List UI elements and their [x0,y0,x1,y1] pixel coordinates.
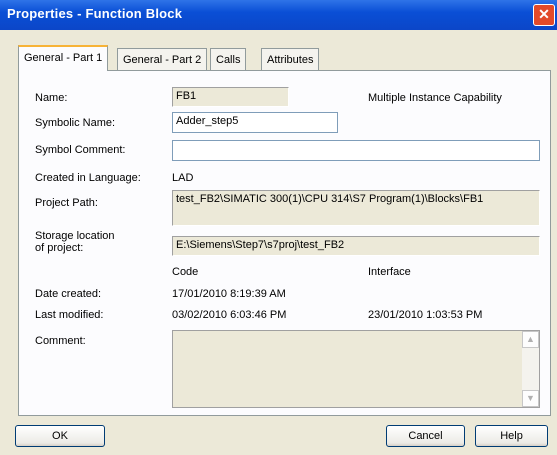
scroll-up-icon[interactable]: ▲ [522,331,539,348]
interface-column-header: Interface [368,266,411,278]
created-in-language-label: Created in Language: [35,172,141,184]
ok-button[interactable]: OK [15,425,105,447]
name-label: Name: [35,92,68,104]
window-title: Properties - Function Block [7,6,183,21]
help-button[interactable]: Help [475,425,548,447]
tab-label: Calls [216,54,241,66]
storage-location-field: E:\Siemens\Step7\s7proj\test_FB2 [172,236,540,256]
name-field: FB1 [172,87,289,107]
date-created-code-value: 17/01/2010 8:19:39 AM [172,288,286,300]
cancel-button[interactable]: Cancel [386,425,465,447]
close-icon: ✕ [538,6,550,22]
last-modified-code-value: 03/02/2010 6:03:46 PM [172,309,287,321]
created-in-language-value: LAD [172,172,194,184]
tab-label: Attributes [267,54,314,66]
comment-label: Comment: [35,335,86,347]
multiple-instance-label: Multiple Instance Capability [368,92,502,104]
comment-textarea[interactable]: ▲ ▼ [172,330,540,408]
date-created-label: Date created: [35,288,102,300]
tab-general-part-1[interactable]: General - Part 1 [18,45,109,71]
last-modified-label: Last modified: [35,309,104,321]
title-bar: Properties - Function Block ✕ [0,0,557,30]
tab-calls[interactable]: Calls [210,48,247,70]
project-path-field: test_FB2\SIMATIC 300(1)\CPU 314\S7 Progr… [172,190,540,226]
close-button[interactable]: ✕ [533,4,555,26]
symbol-comment-label: Symbol Comment: [35,144,126,156]
project-path-label: Project Path: [35,197,98,209]
storage-location-label-line-2: of project: [35,242,84,254]
symbol-comment-input[interactable] [172,140,540,161]
tab-general-part-2[interactable]: General - Part 2 [117,48,208,70]
symbolic-name-input[interactable]: Adder_step5 [172,112,338,133]
last-modified-interface-value: 23/01/2010 1:03:53 PM [368,309,483,321]
properties-dialog: Properties - Function Block ✕ General - … [0,0,557,455]
tab-label: General - Part 1 [24,52,103,64]
tab-attributes[interactable]: Attributes [261,48,320,70]
storage-location-label: Storage location [35,230,115,242]
tab-label: General - Part 2 [123,54,202,66]
symbolic-name-label: Symbolic Name: [35,117,116,129]
comment-scrollbar[interactable]: ▲ ▼ [522,331,539,407]
code-column-header: Code [172,266,199,278]
scroll-down-icon[interactable]: ▼ [522,390,539,407]
